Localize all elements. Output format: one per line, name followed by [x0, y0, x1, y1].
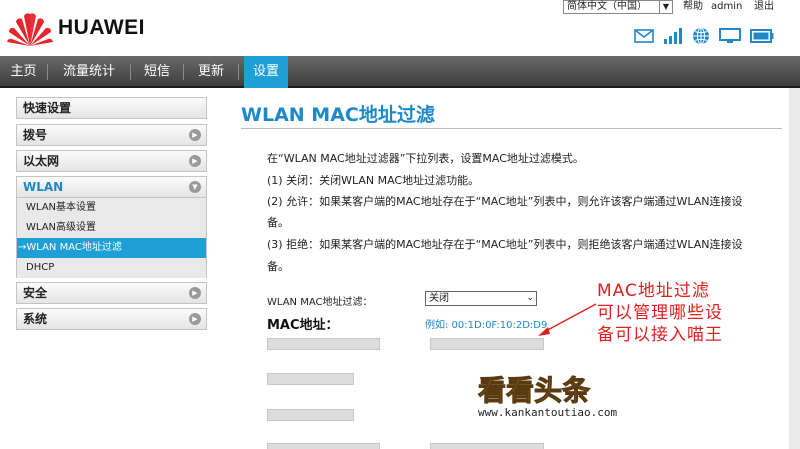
annotation-arrow-icon	[538, 303, 597, 336]
sidebar-subitem-wlan-basic[interactable]: WLAN基本设置	[16, 198, 207, 218]
sidebar-item-wlan[interactable]: WLAN ▼	[16, 176, 207, 198]
page-title: WLAN MAC地址过滤	[241, 104, 435, 126]
scrollbar[interactable]	[789, 88, 800, 449]
signal-icon	[664, 28, 682, 44]
huawei-logo-icon	[7, 13, 53, 47]
mac-address-input[interactable]	[267, 338, 380, 350]
battery-icon	[750, 29, 774, 43]
watermark-title: 看看头条	[478, 374, 590, 407]
sidebar-item-label: 安全	[23, 286, 48, 300]
description-line: (1) 关闭：关闭WLAN MAC地址过滤功能。	[267, 174, 480, 187]
mail-icon[interactable]	[634, 29, 654, 43]
mac-address-label: MAC地址：	[267, 318, 339, 333]
mac-address-input[interactable]	[267, 409, 354, 421]
language-select[interactable]: 简体中文（中国） ▼	[563, 0, 673, 14]
annotation-line: MAC地址过滤	[597, 281, 710, 301]
chevron-right-icon: ▶	[189, 287, 201, 299]
mac-address-input[interactable]	[267, 443, 380, 449]
sidebar-subitem-wlan-mac-filter[interactable]: →WLAN MAC地址过滤	[16, 238, 207, 258]
description-line: (3) 拒绝：如果某客户端的MAC地址存在于“MAC地址”列表中，则拒绝该客户端…	[267, 238, 743, 251]
description-line: 在“WLAN MAC地址过滤器”下拉列表，设置MAC地址过滤模式。	[267, 152, 584, 165]
annotation-text: MAC地址过滤 可以管理哪些设 备可以接入喵王	[597, 280, 747, 346]
nav-divider	[238, 64, 239, 80]
status-icons	[634, 26, 774, 46]
user-name: admin	[711, 1, 743, 12]
sidebar-item-label: WLAN	[23, 180, 64, 194]
sidebar: 快速设置 拨号 ▶ 以太网 ▶ WLAN ▼ WLAN基本设置 WLAN高级设置…	[16, 97, 207, 330]
sidebar-subitem-dhcp[interactable]: DHCP	[16, 258, 207, 278]
mac-filter-select[interactable]: 关闭 ⌄	[425, 291, 537, 306]
router-admin-page: HUAWEI 简体中文（中国） ▼ 帮助 admin 退出 主页 流量统计 短信…	[0, 0, 800, 449]
top-nav: 主页 流量统计 短信 更新 设置	[0, 56, 800, 88]
monitor-icon	[719, 28, 741, 43]
sidebar-item-system[interactable]: 系统 ▶	[16, 308, 207, 330]
sidebar-item-ethernet[interactable]: 以太网 ▶	[16, 150, 207, 172]
nav-update[interactable]: 更新	[184, 56, 238, 88]
annotation-line: 可以管理哪些设	[597, 303, 723, 323]
watermark-graphic-icon: 看看头条	[478, 374, 591, 408]
mac-address-input[interactable]	[430, 443, 544, 449]
chevron-right-icon: ▶	[189, 155, 201, 167]
sidebar-item-label: 拨号	[23, 128, 48, 142]
sidebar-item-label: 系统	[23, 312, 48, 326]
mac-address-input[interactable]	[430, 338, 544, 350]
sidebar-item-security[interactable]: 安全 ▶	[16, 282, 207, 304]
header: HUAWEI 简体中文（中国） ▼ 帮助 admin 退出	[0, 0, 800, 56]
description-line: 备。	[267, 216, 289, 229]
watermark-url: www.kankantoutiao.com	[478, 406, 618, 419]
filter-label: WLAN MAC地址过滤：	[267, 297, 373, 308]
nav-settings[interactable]: 设置	[244, 56, 288, 88]
nav-home[interactable]: 主页	[0, 56, 47, 88]
annotation-line: 备可以接入喵王	[597, 325, 723, 345]
language-value: 简体中文（中国）	[567, 1, 647, 12]
description-line: (2) 允许：如果某客户端的MAC地址存在于“MAC地址”列表中，则允许该客户端…	[267, 195, 743, 208]
brand-name: HUAWEI	[58, 16, 145, 39]
sidebar-item-label: 以太网	[23, 154, 60, 168]
title-divider	[241, 128, 782, 129]
chevron-right-icon: ▶	[189, 313, 201, 325]
mac-filter-value: 关闭	[429, 293, 449, 304]
description-line: 备。	[267, 260, 289, 273]
nav-sms[interactable]: 短信	[131, 56, 183, 88]
chevron-down-icon: ▼	[189, 181, 201, 193]
globe-icon	[693, 27, 709, 45]
sidebar-item-dialup[interactable]: 拨号 ▶	[16, 124, 207, 146]
sidebar-subitem-wlan-advanced[interactable]: WLAN高级设置	[16, 218, 207, 238]
sidebar-item-label: 快速设置	[23, 101, 72, 115]
logout-link[interactable]: 退出	[754, 0, 774, 13]
sidebar-item-quick-setup[interactable]: 快速设置	[16, 97, 207, 119]
chevron-right-icon: ▶	[189, 129, 201, 141]
chevron-down-icon: ▼	[659, 1, 672, 13]
nav-traffic-stats[interactable]: 流量统计	[48, 56, 130, 88]
mac-address-input[interactable]	[267, 373, 354, 385]
help-link[interactable]: 帮助	[683, 0, 703, 13]
